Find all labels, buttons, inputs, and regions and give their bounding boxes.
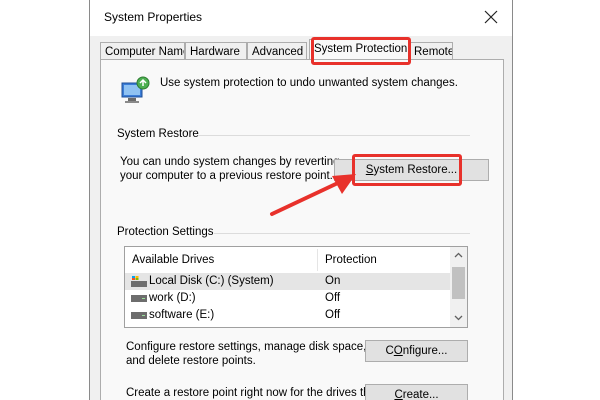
create-button-label: reate...	[402, 389, 439, 400]
system-drive-icon	[131, 276, 147, 287]
table-row[interactable]: software (E:) Off	[125, 307, 451, 324]
scroll-thumb[interactable]	[452, 267, 465, 299]
create-button[interactable]: Create...	[365, 384, 468, 400]
system-protection-icon	[121, 76, 150, 103]
list-scrollbar[interactable]	[450, 247, 467, 327]
group-divider	[198, 135, 470, 136]
tab-hardware[interactable]: Hardware	[185, 42, 247, 60]
table-row[interactable]: work (D:) Off	[125, 290, 451, 307]
configure-button[interactable]: COnfigure...	[365, 340, 468, 362]
drive-name: software (E:)	[149, 309, 215, 321]
scroll-up-icon[interactable]	[454, 252, 463, 258]
close-icon[interactable]	[482, 8, 500, 26]
intro-text: Use system protection to undo unwanted s…	[160, 77, 458, 89]
configure-button-label: nfigure...	[402, 345, 448, 357]
drive-protection: Off	[325, 309, 341, 321]
table-row[interactable]: Local Disk (C:) (System) On	[125, 273, 451, 290]
configure-desc-line1: Configure restore settings, manage disk …	[126, 341, 367, 353]
configure-desc-line2: and delete restore points.	[126, 355, 256, 367]
title-bar: System Properties	[90, 0, 512, 36]
drive-icon	[131, 295, 147, 302]
tab-advanced[interactable]: Advanced	[247, 42, 307, 60]
annotation-arrow-icon	[270, 174, 356, 216]
create-description: Create a restore point right now for the…	[126, 386, 379, 400]
tab-remote[interactable]: Remote	[409, 42, 453, 60]
drive-name: Local Disk (C:) (System)	[149, 275, 274, 287]
create-desc-line1: Create a restore point right now for the…	[126, 387, 380, 399]
create-button-accelerator: C	[394, 389, 403, 400]
column-header-protection[interactable]: Protection	[318, 247, 448, 273]
column-header-drives[interactable]: Available Drives	[125, 247, 317, 273]
protection-settings-group-title: Protection Settings	[117, 226, 214, 238]
drive-name: work (D:)	[149, 292, 196, 304]
drive-icon	[131, 312, 147, 319]
configure-description: Configure restore settings, manage disk …	[126, 340, 366, 368]
window-title: System Properties	[104, 10, 203, 24]
system-restore-group-title: System Restore	[117, 128, 199, 140]
drive-protection: Off	[325, 292, 341, 304]
group-divider	[214, 233, 470, 234]
drives-list-header: Available Drives Protection	[125, 247, 451, 273]
drives-list[interactable]: Available Drives Protection Local Disk (…	[124, 246, 468, 328]
tab-computer-name[interactable]: Computer Name	[100, 42, 185, 60]
scroll-down-icon[interactable]	[454, 315, 463, 321]
configure-button-accelerator: O	[393, 345, 403, 357]
highlight-tab-box	[311, 37, 411, 65]
configure-button-prefix: C	[385, 345, 394, 357]
drive-protection: On	[325, 275, 341, 287]
